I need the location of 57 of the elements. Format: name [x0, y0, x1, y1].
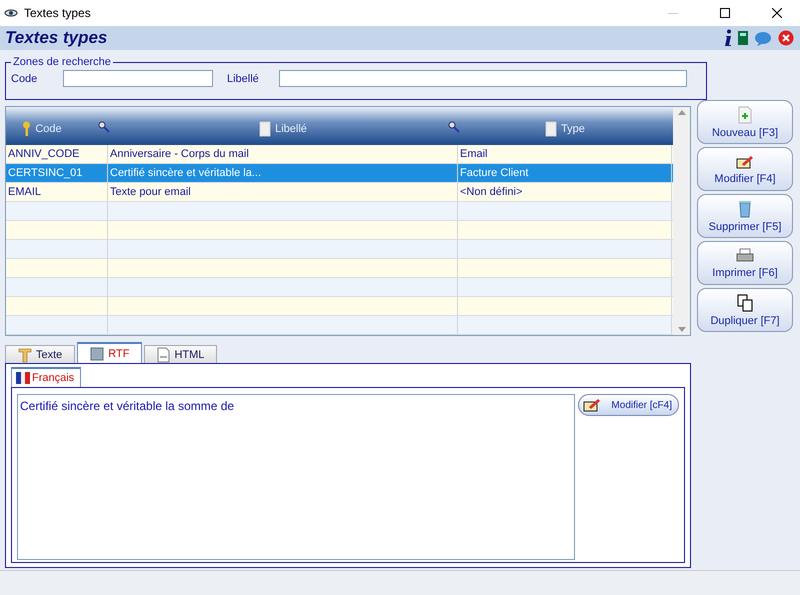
- table-cell: <Non défini>: [458, 183, 672, 201]
- info-icon[interactable]: [724, 29, 732, 47]
- tab[interactable]: Texte: [5, 345, 76, 363]
- document-icon: [90, 346, 104, 360]
- table-cell: Anniversaire - Corps du mail: [108, 145, 458, 163]
- table-cell: ANNIV_CODE: [6, 145, 108, 163]
- action-button[interactable]: Supprimer [F5]: [697, 194, 793, 238]
- action-button[interactable]: Modifier [F4]: [697, 147, 793, 191]
- window-title: Textes types: [24, 6, 92, 20]
- minimize-icon: [668, 12, 678, 14]
- column-header[interactable]: Type: [458, 107, 672, 145]
- group-title: Zones de recherche: [12, 56, 112, 68]
- search-icon[interactable]: [98, 121, 110, 133]
- document-icon: [545, 121, 558, 137]
- document-icon: [259, 121, 272, 137]
- eye-icon: [4, 8, 18, 18]
- text-editor[interactable]: Certifié sincère et véritable la somme de: [17, 394, 576, 560]
- table-cell: Email: [458, 145, 672, 163]
- action-button[interactable]: Imprimer [F6]: [697, 241, 793, 285]
- calculator-icon[interactable]: [738, 31, 748, 45]
- help-icon[interactable]: [754, 30, 772, 46]
- pencil-paper-icon: [583, 397, 602, 413]
- column-header[interactable]: Code: [6, 107, 108, 145]
- table-row[interactable]: ANNIV_CODE Anniversaire - Corps du mail Email: [6, 145, 673, 164]
- scroll-up-icon[interactable]: [678, 110, 686, 115]
- new-document-icon: [737, 106, 753, 124]
- copy-icon: [737, 294, 753, 312]
- field-label: Libellé: [227, 72, 260, 84]
- table-cell: Certifié sincère et véritable la...: [108, 164, 458, 182]
- text-tool-icon: [18, 346, 32, 362]
- edit-button[interactable]: Modifier [cF4]: [578, 394, 679, 416]
- tab[interactable]: RTF: [77, 342, 142, 363]
- flag-icon: [16, 372, 30, 384]
- tab[interactable]: HTML: [144, 345, 218, 363]
- table-cell: Facture Client: [458, 164, 672, 182]
- table-cell: EMAIL: [6, 183, 108, 201]
- scroll-down-icon[interactable]: [678, 327, 686, 332]
- action-button[interactable]: Nouveau [F3]: [697, 100, 793, 144]
- column-header[interactable]: Libellé: [108, 107, 458, 145]
- page-title: Textes types: [5, 28, 108, 48]
- maximize-icon: [720, 8, 730, 18]
- search-icon[interactable]: [448, 121, 460, 133]
- action-button[interactable]: Dupliquer [F7]: [697, 288, 793, 332]
- search-field[interactable]: [279, 70, 687, 87]
- key-icon: [22, 121, 32, 137]
- close-icon[interactable]: [778, 30, 794, 46]
- language-tab[interactable]: Français: [11, 367, 82, 387]
- table-cell: Texte pour email: [108, 183, 458, 201]
- printer-icon: [736, 248, 754, 264]
- trash-can-icon: [738, 200, 752, 218]
- field-label: Code: [11, 72, 38, 84]
- table-cell: CERTSINC_01: [6, 164, 108, 182]
- table-row[interactable]: EMAIL Texte pour email <Non défini>: [6, 183, 673, 202]
- close-icon: [772, 8, 782, 18]
- pencil-paper-icon: [736, 154, 754, 170]
- search-field[interactable]: [63, 70, 213, 87]
- scrollbar[interactable]: [673, 107, 690, 335]
